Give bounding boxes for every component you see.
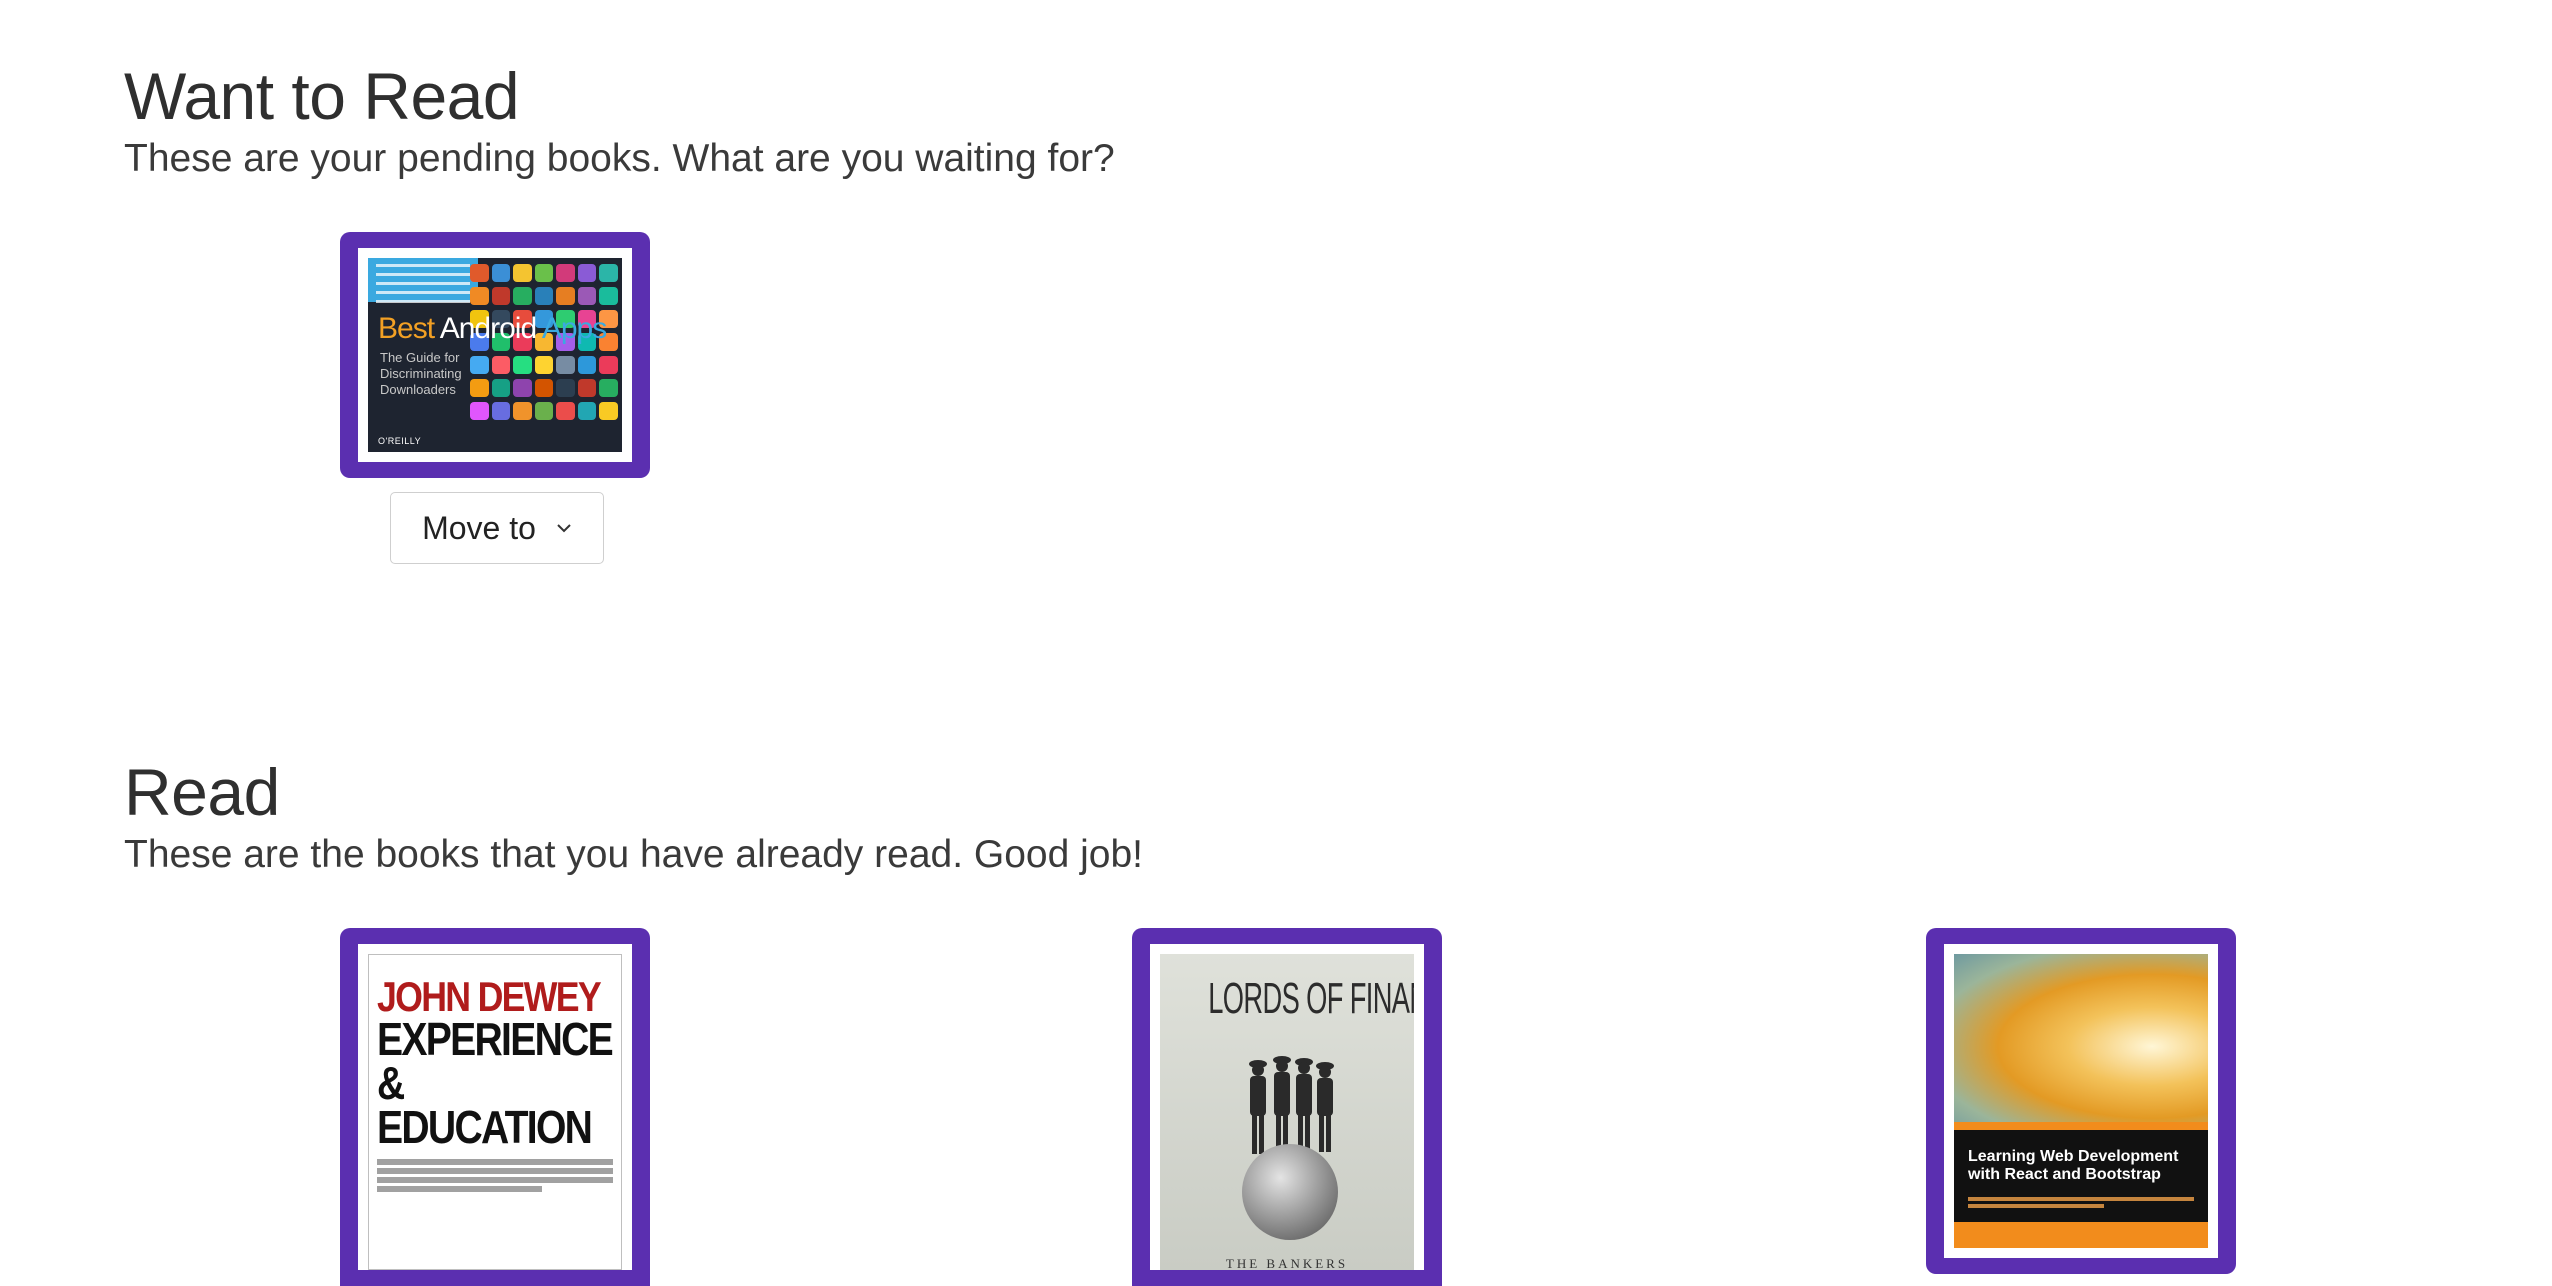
cover-blurb xyxy=(1968,1194,2194,1211)
cover-title: Best Android Apps xyxy=(378,312,607,345)
cover-band xyxy=(1954,1122,2208,1130)
shelf-title: Want to Read xyxy=(124,59,520,133)
cover-footer-band xyxy=(1954,1222,2208,1248)
book-cover-lords-of-finance[interactable]: LORDS OF FINANCE THE BANKERS WHO BROKE T… xyxy=(1132,928,1442,1286)
bookshelf-page: Want to Read These are your pending book… xyxy=(0,0,2552,1286)
chevron-down-icon xyxy=(556,523,572,533)
book-cover-experience-education[interactable]: JOHN DEWEY EXPERIENCE & EDUCATION xyxy=(340,928,650,1286)
cover-publisher: O'REILLY xyxy=(378,436,422,446)
cover-inner: Learning Web Development with React and … xyxy=(1944,944,2218,1258)
cover-title: LORDS OF FINANCE xyxy=(1208,974,1414,1023)
cover-art: JOHN DEWEY EXPERIENCE & EDUCATION xyxy=(368,954,622,1270)
shelf-title: Read xyxy=(124,755,280,829)
move-to-button[interactable]: Move to xyxy=(390,492,604,564)
globe-image xyxy=(1242,1144,1338,1240)
shelf-subtitle: These are the books that you have alread… xyxy=(124,833,1143,876)
cover-inner: LORDS OF FINANCE THE BANKERS WHO BROKE T… xyxy=(1150,944,1424,1270)
book-cover-learning-web-development[interactable]: Learning Web Development with React and … xyxy=(1926,928,2236,1274)
cover-author: JOHN DEWEY xyxy=(377,973,602,1020)
cover-inner: JOHN DEWEY EXPERIENCE & EDUCATION xyxy=(358,944,632,1270)
cover-blurb xyxy=(368,258,478,303)
cover-art: Learning Web Development with React and … xyxy=(1954,954,2208,1248)
cover-blurb xyxy=(377,1159,613,1192)
move-to-label: Move to xyxy=(422,509,536,546)
app-icons-grid xyxy=(470,264,618,432)
shelf-subtitle: These are your pending books. What are y… xyxy=(124,137,1115,180)
shelf-read: Read These are the books that you have a… xyxy=(124,754,1143,878)
shelf-want-to-read: Want to Read These are your pending book… xyxy=(124,58,1115,182)
cover-title: EXPERIENCE & EDUCATION xyxy=(377,1013,614,1153)
cover-title: Learning Web Development with React and … xyxy=(1968,1148,2179,1183)
cover-photo xyxy=(1954,954,2208,1122)
cover-art: LORDS OF FINANCE THE BANKERS WHO BROKE T… xyxy=(1160,954,1414,1270)
cover-subtitle: THE BANKERS WHO BROKE THE WORLD xyxy=(1225,1256,1349,1270)
book-cover-best-android-apps[interactable]: Best Android Apps The Guide for Discrimi… xyxy=(340,232,650,478)
cover-inner: Best Android Apps The Guide for Discrimi… xyxy=(358,248,632,462)
cover-subtitle: The Guide for Discriminating Downloaders xyxy=(380,350,462,397)
cover-art: Best Android Apps The Guide for Discrimi… xyxy=(368,258,622,452)
